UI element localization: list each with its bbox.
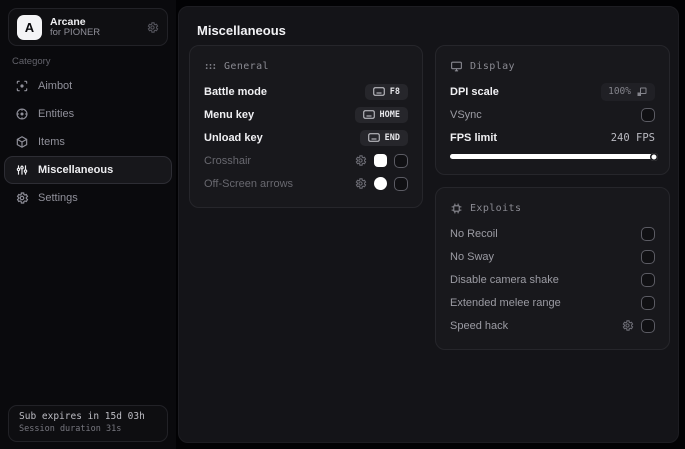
slider-knob[interactable] xyxy=(650,152,658,161)
setting-label: Battle mode xyxy=(204,85,267,98)
card-title: Display xyxy=(470,60,515,72)
sidebar-item-label: Aimbot xyxy=(38,80,73,92)
setting-row-dpi-scale: DPI scale 100% xyxy=(450,80,655,103)
sidebar-item-miscellaneous[interactable]: Miscellaneous xyxy=(4,156,172,184)
setting-label: Extended melee range xyxy=(450,296,561,309)
sidebar-item-settings[interactable]: Settings xyxy=(4,184,172,212)
sub-expiry-text: Sub expires in 15d 03h xyxy=(19,411,145,422)
exploits-icon xyxy=(450,202,463,215)
offscreen-color-swatch[interactable] xyxy=(374,177,387,190)
vsync-checkbox[interactable] xyxy=(641,107,655,122)
sidebar-item-aimbot[interactable]: Aimbot xyxy=(4,72,172,100)
setting-row-fps-limit: FPS limit 240 FPS xyxy=(450,126,655,149)
no-recoil-checkbox[interactable] xyxy=(641,226,655,241)
misc-icon xyxy=(15,163,29,177)
card-title: Exploits xyxy=(470,202,522,214)
items-icon xyxy=(15,135,29,149)
melee-range-checkbox[interactable] xyxy=(641,295,655,310)
sidebar: A Arcane for PIONER Category Aimbot Enti… xyxy=(0,0,176,449)
exploits-card: Exploits No Recoil No Sway Disable camer… xyxy=(435,187,670,350)
keyboard-icon xyxy=(373,87,385,96)
sidebar-item-label: Entities xyxy=(38,108,75,120)
setting-row-battle-mode: Battle mode F8 xyxy=(204,80,408,103)
setting-row-unload-key: Unload key END xyxy=(204,126,408,149)
app-window: A Arcane for PIONER Category Aimbot Enti… xyxy=(0,0,685,449)
no-sway-checkbox[interactable] xyxy=(641,249,655,264)
crosshair-settings-gear-icon[interactable] xyxy=(354,154,367,167)
sidebar-item-entities[interactable]: Entities xyxy=(4,100,172,128)
keybind-badge[interactable]: HOME xyxy=(354,106,408,123)
setting-label: Crosshair xyxy=(204,154,252,167)
card-title: General xyxy=(224,60,269,72)
speed-hack-settings-gear-icon[interactable] xyxy=(621,319,634,332)
dpi-scale-input[interactable]: 100% xyxy=(601,82,655,101)
app-subtitle: for PIONER xyxy=(50,26,101,38)
setting-label: Disable camera shake xyxy=(450,273,559,286)
setting-label: Off-Screen arrows xyxy=(204,177,294,190)
camera-shake-checkbox[interactable] xyxy=(641,272,655,287)
fps-limit-slider[interactable] xyxy=(450,152,658,161)
sidebar-item-label: Settings xyxy=(38,192,78,204)
keyboard-icon xyxy=(367,133,380,142)
dpi-scale-value: 100% xyxy=(608,86,631,97)
setting-label: Menu key xyxy=(204,108,255,121)
crosshair-checkbox[interactable] xyxy=(394,153,408,168)
setting-label: DPI scale xyxy=(450,85,499,98)
display-icon xyxy=(450,60,463,73)
brand-gear-icon[interactable] xyxy=(146,21,159,34)
keybind-value: F8 xyxy=(389,86,400,97)
keybind-badge[interactable]: F8 xyxy=(364,83,408,100)
slider-fill xyxy=(450,154,655,159)
sidebar-item-items[interactable]: Items xyxy=(4,128,172,156)
page-title: Miscellaneous xyxy=(197,23,286,38)
display-card: Display DPI scale 100% VSync FPS limit 2… xyxy=(435,45,670,175)
setting-row-offscreen-arrows: Off-Screen arrows xyxy=(204,172,408,195)
category-label: Category xyxy=(12,56,51,67)
setting-label: VSync xyxy=(450,108,482,121)
crosshair-color-swatch[interactable] xyxy=(374,154,387,167)
setting-label: FPS limit xyxy=(450,131,498,144)
setting-row-crosshair: Crosshair xyxy=(204,149,408,172)
general-icon xyxy=(204,60,217,73)
sidebar-nav: Aimbot Entities Items Miscellaneous Sett… xyxy=(4,72,172,212)
setting-row-speed-hack: Speed hack xyxy=(450,314,655,337)
setting-label: Speed hack xyxy=(450,319,509,332)
app-logo: A xyxy=(17,14,42,40)
sidebar-item-label: Miscellaneous xyxy=(38,164,114,176)
setting-row-vsync: VSync xyxy=(450,103,655,126)
main-panel: Miscellaneous General Battle mode F8 Men… xyxy=(178,6,679,443)
setting-label: No Sway xyxy=(450,250,495,263)
fps-limit-value: 240 FPS xyxy=(610,131,655,144)
setting-row-menu-key: Menu key HOME xyxy=(204,103,408,126)
keybind-value: END xyxy=(384,132,400,143)
setting-label: No Recoil xyxy=(450,227,498,240)
subscription-info: Sub expires in 15d 03h Session duration … xyxy=(8,405,168,442)
setting-label: Unload key xyxy=(204,131,263,144)
settings-icon xyxy=(15,191,29,205)
setting-row-no-sway: No Sway xyxy=(450,245,655,268)
brand-card: A Arcane for PIONER xyxy=(8,8,168,46)
setting-row-no-recoil: No Recoil xyxy=(450,222,655,245)
keybind-value: HOME xyxy=(379,109,400,120)
scale-icon xyxy=(636,86,648,98)
entities-icon xyxy=(15,107,29,121)
keybind-badge[interactable]: END xyxy=(359,129,408,146)
general-card: General Battle mode F8 Menu key HOME Unl… xyxy=(189,45,423,208)
setting-row-extended-melee-range: Extended melee range xyxy=(450,291,655,314)
sidebar-item-label: Items xyxy=(38,136,65,148)
offscreen-checkbox[interactable] xyxy=(394,176,408,191)
speed-hack-checkbox[interactable] xyxy=(641,318,655,333)
keyboard-icon xyxy=(362,110,375,119)
offscreen-settings-gear-icon[interactable] xyxy=(354,177,367,190)
setting-row-disable-camera-shake: Disable camera shake xyxy=(450,268,655,291)
aimbot-icon xyxy=(15,79,29,93)
app-name: Arcane xyxy=(50,15,86,28)
session-duration-text: Session duration 31s xyxy=(19,424,122,434)
